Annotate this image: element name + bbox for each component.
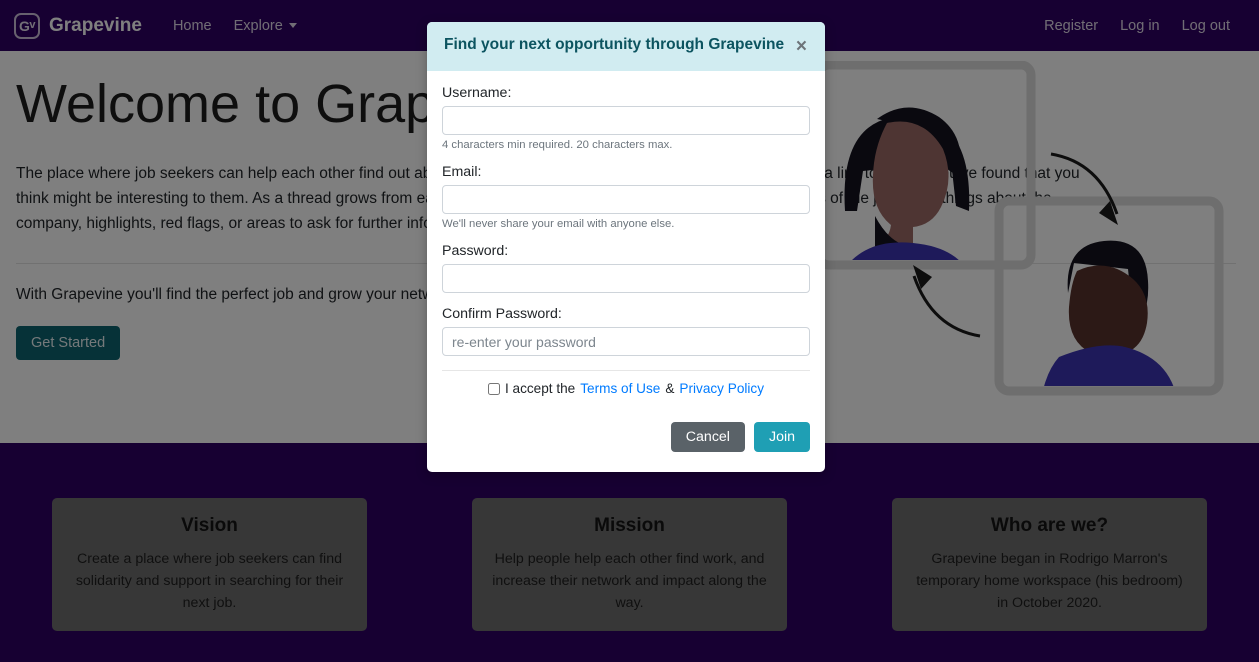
- email-input[interactable]: [442, 185, 810, 214]
- password-label: Password:: [442, 243, 509, 259]
- form-group-email: Email: We'll never share your email with…: [442, 164, 810, 230]
- password-input[interactable]: [442, 264, 810, 293]
- signup-modal: Find your next opportunity through Grape…: [427, 22, 825, 472]
- modal-body: Username: 4 characters min required. 20 …: [427, 71, 825, 408]
- confirm-password-input[interactable]: [442, 327, 810, 356]
- modal-header: Find your next opportunity through Grape…: [427, 22, 825, 71]
- close-icon[interactable]: ×: [793, 35, 810, 58]
- app-root: Gv Grapevine Home Explore Register Log i…: [0, 0, 1259, 662]
- username-label: Username:: [442, 85, 512, 101]
- terms-acceptance-row: I accept the Terms of Use & Privacy Poli…: [442, 381, 810, 402]
- modal-footer: Cancel Join: [427, 408, 825, 472]
- username-input[interactable]: [442, 106, 810, 135]
- terms-separator: &: [665, 381, 675, 396]
- form-group-password: Password:: [442, 243, 810, 293]
- privacy-policy-link[interactable]: Privacy Policy: [679, 381, 764, 396]
- terms-of-use-link[interactable]: Terms of Use: [580, 381, 660, 396]
- modal-title: Find your next opportunity through Grape…: [444, 36, 785, 53]
- form-group-confirm-password: Confirm Password:: [442, 306, 810, 356]
- join-button[interactable]: Join: [753, 422, 810, 452]
- email-label: Email:: [442, 164, 482, 180]
- accept-terms-checkbox[interactable]: [487, 382, 500, 395]
- accept-terms-label: I accept the: [504, 381, 576, 396]
- email-help-text: We'll never share your email with anyone…: [442, 218, 675, 230]
- confirm-password-label: Confirm Password:: [442, 306, 562, 322]
- modal-divider: [442, 370, 810, 371]
- form-group-username: Username: 4 characters min required. 20 …: [442, 85, 810, 151]
- username-help-text: 4 characters min required. 20 characters…: [442, 139, 673, 151]
- cancel-button[interactable]: Cancel: [670, 422, 745, 452]
